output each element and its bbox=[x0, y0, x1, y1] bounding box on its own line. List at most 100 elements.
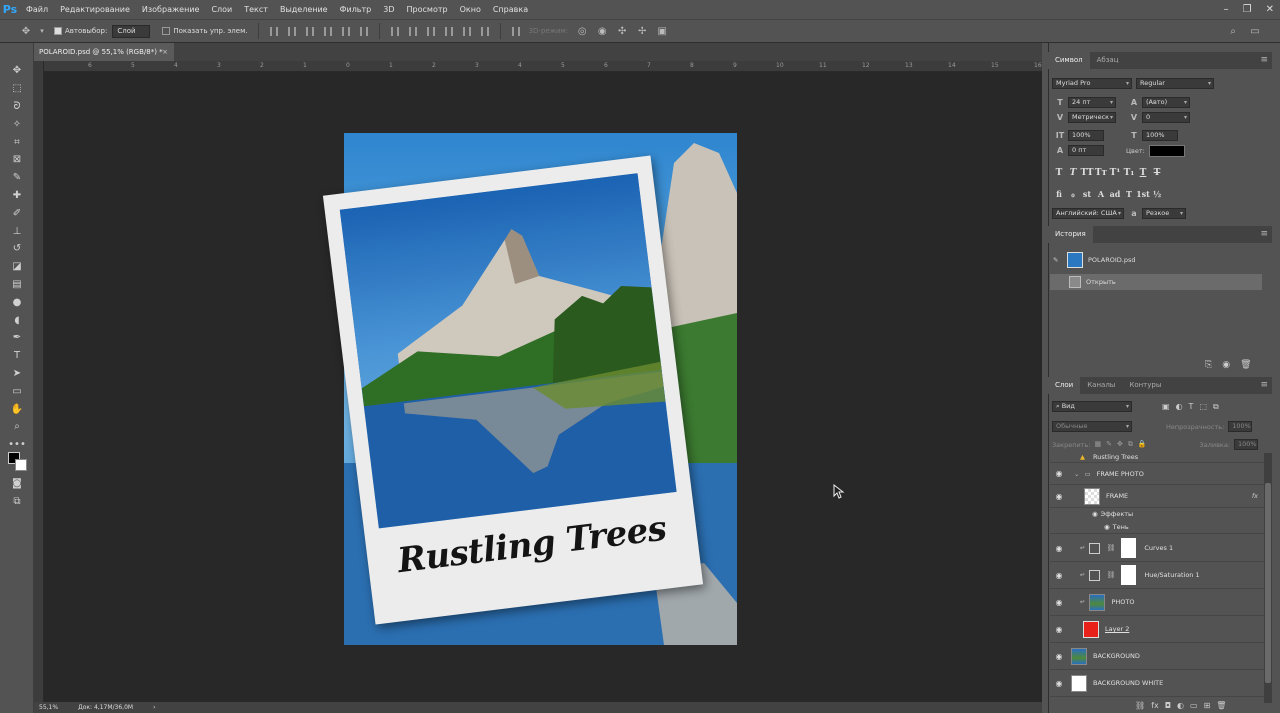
maximize-icon[interactable]: ❐ bbox=[1243, 4, 1252, 15]
tracking-field[interactable]: 0 ▾ bbox=[1142, 112, 1190, 123]
fx-icon[interactable]: fx bbox=[1151, 701, 1159, 710]
filter-pixel-icon[interactable]: ▣ bbox=[1162, 402, 1170, 412]
filter-adjustment-icon[interactable]: ◐ bbox=[1176, 402, 1183, 412]
visibility-eye-icon[interactable]: ◉ bbox=[1050, 679, 1068, 688]
fx-icon[interactable]: fx bbox=[1252, 492, 1258, 500]
auto-select-checkbox[interactable] bbox=[54, 27, 62, 35]
distribute-right-icon[interactable] bbox=[478, 24, 492, 38]
language-select[interactable]: Английский: США ▾ bbox=[1052, 208, 1124, 219]
visibility-eye-icon[interactable]: ◉ bbox=[1050, 652, 1068, 661]
layer-effect-shadow[interactable]: ◉ Тень bbox=[1050, 520, 1264, 534]
faux-bold-button[interactable]: T bbox=[1052, 168, 1066, 178]
dodge-tool-icon[interactable]: ◖ bbox=[0, 311, 34, 329]
lasso-tool-icon[interactable]: ᘐ bbox=[0, 98, 34, 116]
crop-tool-icon[interactable]: ⌗ bbox=[0, 133, 34, 151]
layers-scroll-thumb[interactable] bbox=[1265, 483, 1271, 683]
workspace-icon[interactable]: ▭ bbox=[1247, 23, 1263, 39]
menu-filter[interactable]: Фильтр bbox=[334, 0, 378, 19]
visibility-eye-icon[interactable]: ◉ bbox=[1092, 510, 1098, 518]
link-icon[interactable]: ⛓ bbox=[1106, 544, 1115, 552]
subscript-button[interactable]: T₁ bbox=[1122, 168, 1136, 178]
panel-menu-icon[interactable]: ≡ bbox=[1260, 226, 1268, 243]
contextual-alternates-button[interactable]: ℴ bbox=[1066, 189, 1080, 199]
adjustment-layer-icon[interactable]: ◐ bbox=[1177, 701, 1184, 710]
auto-select-dropdown[interactable]: Слой bbox=[112, 24, 151, 38]
pen-tool-icon[interactable]: ✒ bbox=[0, 329, 34, 347]
history-snapshot[interactable]: ✎ POLAROID.psd bbox=[1050, 250, 1262, 270]
chevron-down-icon[interactable]: ⌄ bbox=[1074, 470, 1079, 478]
chevron-down-icon[interactable]: ▾ bbox=[38, 23, 46, 39]
filter-shape-icon[interactable]: ⬚ bbox=[1199, 402, 1207, 412]
path-selection-tool-icon[interactable]: ➤ bbox=[0, 365, 34, 383]
ordinals-button[interactable]: 1st bbox=[1136, 189, 1150, 199]
superscript-button[interactable]: T¹ bbox=[1108, 168, 1122, 178]
layer-row-layer2[interactable]: ◉ Layer 2 bbox=[1050, 616, 1264, 643]
document-tab[interactable]: POLAROID.psd @ 55,1% (RGB/8*) * × bbox=[34, 43, 174, 61]
tab-paths[interactable]: Контуры bbox=[1122, 377, 1168, 394]
menu-file[interactable]: Файл bbox=[20, 0, 54, 19]
move-tool-icon[interactable]: ✥ bbox=[18, 23, 34, 39]
camera-icon[interactable]: ◉ bbox=[1222, 360, 1230, 370]
align-hcenter-icon[interactable] bbox=[339, 24, 353, 38]
all-caps-button[interactable]: TT bbox=[1080, 168, 1094, 178]
rectangle-tool-icon[interactable]: ▭ bbox=[0, 382, 34, 400]
eraser-tool-icon[interactable]: ◪ bbox=[0, 258, 34, 276]
search-icon[interactable]: ⌕ bbox=[1225, 23, 1241, 39]
trash-icon[interactable]: 🗑 bbox=[1216, 701, 1226, 710]
align-top-icon[interactable] bbox=[267, 24, 281, 38]
tab-paragraph[interactable]: Абзац bbox=[1090, 52, 1126, 69]
kerning-field[interactable]: Метрическ ▾ bbox=[1068, 112, 1116, 123]
3d-scale-icon[interactable]: ▣ bbox=[654, 23, 670, 39]
fractions-button[interactable]: ½ bbox=[1150, 189, 1164, 199]
visibility-eye-icon[interactable]: ◉ bbox=[1050, 492, 1068, 501]
history-step[interactable]: Открыть bbox=[1050, 274, 1262, 290]
layer-row-hue-saturation[interactable]: ◉ ↵ ⛓ Hue/Saturation 1 bbox=[1050, 562, 1264, 589]
blur-tool-icon[interactable]: ● bbox=[0, 293, 34, 311]
frame-tool-icon[interactable]: ⊠ bbox=[0, 151, 34, 169]
3d-orbit-icon[interactable]: ◎ bbox=[574, 23, 590, 39]
menu-layers[interactable]: Слои bbox=[205, 0, 238, 19]
minimize-icon[interactable]: – bbox=[1224, 4, 1229, 15]
distribute-vcenter-icon[interactable] bbox=[406, 24, 420, 38]
show-transform-checkbox[interactable] bbox=[162, 27, 171, 35]
zoom-level[interactable]: 55,1% bbox=[39, 704, 58, 711]
layer-filter-kind[interactable]: ⌕ Вид ▾ bbox=[1052, 401, 1132, 412]
clone-stamp-tool-icon[interactable]: ⊥ bbox=[0, 222, 34, 240]
layer-row-background[interactable]: ◉ BACKGROUND bbox=[1050, 643, 1264, 670]
font-style-select[interactable]: Regular ▾ bbox=[1136, 78, 1214, 89]
quick-mask-icon[interactable]: ◙ bbox=[0, 475, 34, 493]
tab-character[interactable]: Символ bbox=[1048, 52, 1090, 69]
leading-field[interactable]: (Авто) ▾ bbox=[1142, 97, 1190, 108]
link-layers-icon[interactable]: ⛓ bbox=[1135, 701, 1145, 710]
new-layer-icon[interactable]: ⊞ bbox=[1204, 701, 1211, 710]
titling-alternates-button[interactable]: T bbox=[1122, 189, 1136, 199]
menu-edit[interactable]: Редактирование bbox=[54, 0, 136, 19]
eyedropper-tool-icon[interactable]: ✎ bbox=[0, 169, 34, 187]
filter-type-icon[interactable]: T bbox=[1189, 402, 1194, 412]
baseline-shift-field[interactable]: 0 пт bbox=[1068, 145, 1104, 156]
lock-icons[interactable]: ▦✎✥⧉🔒 bbox=[1094, 440, 1151, 449]
small-caps-button[interactable]: Tт bbox=[1094, 168, 1108, 178]
discretionary-ligatures-button[interactable]: st bbox=[1080, 189, 1094, 199]
visibility-eye-icon[interactable]: ◉ bbox=[1050, 598, 1068, 607]
layer-mask-thumbnail[interactable] bbox=[1121, 565, 1137, 585]
visibility-eye-icon[interactable]: ◉ bbox=[1050, 625, 1068, 634]
align-left-icon[interactable] bbox=[321, 24, 335, 38]
antialias-select[interactable]: Резкое ▾ bbox=[1142, 208, 1186, 219]
auto-align-icon[interactable] bbox=[509, 24, 523, 38]
menu-view[interactable]: Просмотр bbox=[401, 0, 454, 19]
align-vcenter-icon[interactable] bbox=[285, 24, 299, 38]
horizontal-scale-field[interactable]: 100% bbox=[1142, 130, 1178, 141]
visibility-eye-icon[interactable]: ◉ bbox=[1050, 544, 1068, 553]
swash-button[interactable]: A bbox=[1094, 189, 1108, 199]
layer-effects-row[interactable]: ◉ Эффекты bbox=[1050, 508, 1264, 520]
strikethrough-button[interactable]: T bbox=[1150, 168, 1164, 178]
menu-window[interactable]: Окно bbox=[454, 0, 487, 19]
distribute-bottom-icon[interactable] bbox=[424, 24, 438, 38]
zoom-tool-icon[interactable]: ⌕ bbox=[0, 418, 34, 436]
layer-row-partial[interactable]: ▲ Rustling Trees bbox=[1050, 451, 1264, 463]
new-document-from-state-icon[interactable]: ⎘ bbox=[1205, 360, 1212, 370]
tab-layers[interactable]: Слои bbox=[1048, 377, 1081, 394]
menu-3d[interactable]: 3D bbox=[377, 0, 400, 19]
3d-slide-icon[interactable]: ✢ bbox=[634, 23, 650, 39]
